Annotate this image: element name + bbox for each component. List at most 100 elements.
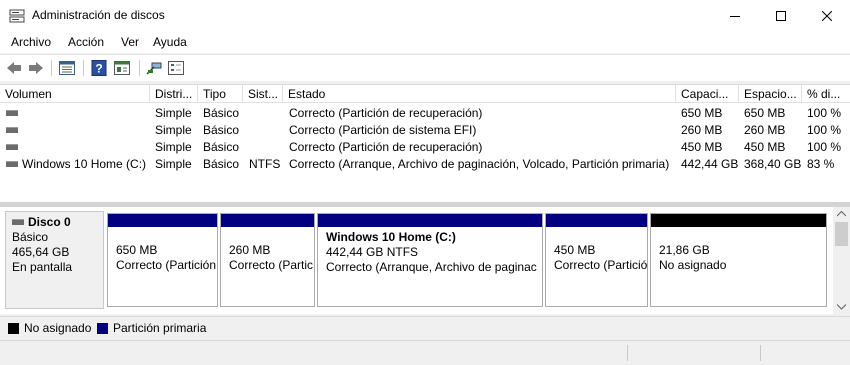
disk-info[interactable]: Disco 0 Básico 465,64 GB En pantalla bbox=[5, 211, 104, 309]
type-cell: Básico bbox=[203, 106, 240, 120]
column-header-porcentaje[interactable]: % di... bbox=[802, 85, 850, 103]
partition-size: 450 MB bbox=[554, 243, 596, 257]
column-header-capacidad[interactable]: Capaci... bbox=[676, 85, 739, 103]
view-button[interactable] bbox=[166, 59, 186, 77]
help-icon: ? bbox=[91, 60, 107, 76]
status-bar bbox=[0, 340, 850, 365]
column-header-tipo[interactable]: Tipo bbox=[198, 85, 243, 103]
maximize-button[interactable] bbox=[758, 0, 804, 31]
partition-bar bbox=[108, 214, 217, 227]
scroll-up-icon[interactable] bbox=[837, 211, 846, 217]
properties-icon bbox=[114, 61, 130, 75]
connect-button[interactable] bbox=[144, 59, 164, 77]
status-cell: Correcto (Partición de sistema EFI) bbox=[289, 123, 477, 137]
back-button[interactable] bbox=[5, 59, 23, 77]
title-bar: Administración de discos bbox=[0, 0, 850, 31]
layout-cell: Simple bbox=[155, 123, 192, 137]
drive-icon bbox=[6, 143, 18, 150]
maximize-icon bbox=[776, 10, 786, 21]
drive-icon bbox=[6, 126, 18, 133]
partition-size: 442,44 GB NTFS bbox=[326, 245, 419, 259]
partition-status: Correcto (Partición bbox=[116, 258, 217, 272]
type-cell: Básico bbox=[203, 157, 240, 171]
partition-bar bbox=[221, 214, 314, 227]
column-header-espacio[interactable]: Espacio... bbox=[739, 85, 802, 103]
percent-cell: 100 % bbox=[807, 140, 842, 154]
minimize-button[interactable] bbox=[712, 0, 758, 31]
scroll-down-icon[interactable] bbox=[837, 304, 846, 310]
menu-ver[interactable]: Ver bbox=[121, 35, 139, 49]
partition-recovery-1[interactable]: 650 MB Correcto (Partición bbox=[107, 213, 218, 307]
partition-info: Windows 10 Home (C:) 442,44 GB NTFS Corr… bbox=[318, 227, 542, 275]
type-cell: Básico bbox=[203, 123, 240, 137]
free-cell: 650 MB bbox=[744, 106, 786, 120]
status-cell: Correcto (Partición de recuperación) bbox=[289, 140, 483, 154]
table-row[interactable]: Windows 10 Home (C:) Simple Básico NTFS … bbox=[0, 156, 850, 173]
disk-map: Disco 0 Básico 465,64 GB En pantalla 650… bbox=[0, 207, 850, 314]
menu-accion[interactable]: Acción bbox=[68, 35, 104, 49]
partition-bar bbox=[651, 214, 826, 227]
table-row[interactable]: Simple Básico Correcto (Partición de rec… bbox=[0, 105, 850, 122]
volume-name: Windows 10 Home (C:) bbox=[22, 157, 147, 171]
partition-size: 260 MB bbox=[229, 243, 271, 257]
capacity-cell: 450 MB bbox=[681, 140, 723, 154]
column-header-distribucion[interactable]: Distri... bbox=[150, 85, 198, 103]
forward-icon bbox=[29, 62, 43, 74]
partition-unallocated[interactable]: 21,86 GB No asignado bbox=[650, 213, 827, 307]
partition-title: Windows 10 Home (C:) bbox=[326, 230, 456, 244]
disk-size: 465,64 GB bbox=[12, 245, 70, 259]
status-cell: Correcto (Arranque, Archivo de paginació… bbox=[289, 157, 670, 171]
volume-name-cell bbox=[6, 139, 148, 156]
forward-button[interactable] bbox=[27, 59, 45, 77]
volume-list-button[interactable] bbox=[57, 59, 77, 77]
volume-list: Volumen Distri... Tipo Sist... Estado Ca… bbox=[0, 84, 850, 203]
table-row[interactable]: Simple Básico Correcto (Partición de rec… bbox=[0, 139, 850, 156]
fs-cell: NTFS bbox=[249, 157, 281, 171]
properties-button[interactable] bbox=[112, 59, 132, 77]
volume-name-cell: Windows 10 Home (C:) bbox=[6, 156, 148, 173]
toolbar-separator bbox=[83, 60, 84, 76]
table-row[interactable]: Simple Básico Correcto (Partición de sis… bbox=[0, 122, 850, 139]
column-header-volumen[interactable]: Volumen bbox=[0, 85, 150, 103]
menu-ayuda[interactable]: Ayuda bbox=[153, 35, 187, 49]
layout-cell: Simple bbox=[155, 140, 192, 154]
volume-name-cell bbox=[6, 122, 148, 139]
vertical-scrollbar[interactable] bbox=[833, 207, 850, 314]
partition-status: Correcto (Partició bbox=[554, 258, 647, 272]
partition-size: 21,86 GB bbox=[659, 243, 710, 257]
menu-bar: Archivo Acción Ver Ayuda bbox=[0, 31, 850, 53]
drive-icon bbox=[6, 109, 18, 116]
disk-icon bbox=[12, 218, 24, 225]
partition-windows[interactable]: Windows 10 Home (C:) 442,44 GB NTFS Corr… bbox=[317, 213, 543, 307]
disk-state: En pantalla bbox=[12, 260, 73, 274]
fs-cell bbox=[249, 139, 283, 156]
column-header-estado[interactable]: Estado bbox=[283, 85, 676, 103]
legend-unallocated-swatch bbox=[8, 323, 19, 334]
partition-info: 21,86 GB No asignado bbox=[651, 227, 826, 273]
partition-info: 450 MB Correcto (Partició bbox=[546, 227, 647, 273]
fs-cell bbox=[249, 105, 283, 122]
help-button[interactable]: ? bbox=[89, 59, 109, 77]
type-cell: Básico bbox=[203, 140, 240, 154]
free-cell: 450 MB bbox=[744, 140, 786, 154]
fs-cell bbox=[249, 122, 283, 139]
partition-status: Correcto (Partic bbox=[229, 258, 314, 272]
partition-status: Correcto (Arranque, Archivo de paginac bbox=[326, 260, 537, 274]
partition-size: 650 MB bbox=[116, 243, 158, 257]
disk-type: Básico bbox=[12, 230, 49, 244]
scroll-thumb[interactable] bbox=[835, 222, 848, 246]
toolbar: ? bbox=[0, 54, 850, 81]
partition-bar bbox=[318, 214, 542, 227]
status-cell: Correcto (Partición de recuperación) bbox=[289, 106, 483, 120]
percent-cell: 100 % bbox=[807, 123, 842, 137]
partition-status: No asignado bbox=[659, 258, 727, 272]
partition-efi[interactable]: 260 MB Correcto (Partic bbox=[220, 213, 315, 307]
menu-archivo[interactable]: Archivo bbox=[11, 35, 51, 49]
minimize-icon bbox=[730, 15, 740, 17]
close-button[interactable] bbox=[804, 0, 850, 31]
partition-recovery-2[interactable]: 450 MB Correcto (Partició bbox=[545, 213, 648, 307]
capacity-cell: 260 MB bbox=[681, 123, 723, 137]
percent-cell: 100 % bbox=[807, 106, 842, 120]
column-header-sistema[interactable]: Sist... bbox=[243, 85, 283, 103]
legend: No asignado Partición primaria bbox=[0, 316, 850, 339]
